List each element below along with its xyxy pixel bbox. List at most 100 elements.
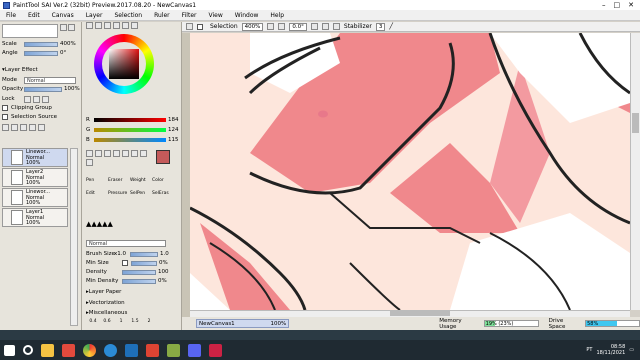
- nav-zoom-in-icon[interactable]: [60, 24, 67, 31]
- brush-size-multiplier[interactable]: x1.0: [114, 251, 130, 257]
- selection-source-checkbox[interactable]: [2, 114, 8, 120]
- lock-pixels-icon[interactable]: [33, 95, 40, 103]
- maximize-icon[interactable]: □: [614, 1, 621, 9]
- close-icon[interactable]: ✕: [628, 1, 634, 9]
- menu-window[interactable]: Window: [229, 10, 265, 21]
- rotate-left-icon[interactable]: [310, 23, 318, 30]
- rgb-tab-icon[interactable]: [95, 22, 102, 29]
- vectorization-section[interactable]: Vectorization: [89, 300, 125, 306]
- canvas-vertical-scrollbar[interactable]: [630, 33, 640, 310]
- menu-help[interactable]: Help: [264, 10, 290, 21]
- delete-layer-icon[interactable]: [38, 124, 45, 131]
- min-size-slider[interactable]: [131, 260, 157, 266]
- layer-paper-section[interactable]: Layer Paper: [89, 289, 122, 295]
- canvas-tab[interactable]: NewCanvas1 100%: [196, 319, 290, 328]
- discord-icon[interactable]: [188, 343, 201, 357]
- menu-layer[interactable]: Layer: [80, 10, 109, 21]
- current-color-swatch[interactable]: [156, 150, 170, 164]
- file-explorer-icon[interactable]: [41, 343, 54, 357]
- move-icon[interactable]: [113, 150, 120, 157]
- menu-ruler[interactable]: Ruler: [148, 10, 176, 21]
- red-slider[interactable]: [94, 118, 166, 122]
- tool-weight[interactable]: Weight: [130, 178, 152, 183]
- search-icon[interactable]: [23, 345, 33, 355]
- selection-checkbox[interactable]: [197, 23, 203, 30]
- brush-size-preset[interactable]: 1.5: [128, 319, 142, 324]
- blue-slider[interactable]: [94, 138, 166, 142]
- chrome-icon[interactable]: [83, 343, 96, 357]
- navigator-preview[interactable]: [2, 24, 58, 38]
- min-density-slider[interactable]: [122, 278, 156, 284]
- min-size-checkbox[interactable]: [122, 260, 128, 266]
- scratchpad-tab-icon[interactable]: [131, 22, 138, 29]
- angle-slider[interactable]: [24, 50, 58, 56]
- rotate-tool-icon[interactable]: [131, 150, 138, 157]
- brush-size-preset[interactable]: 0.4: [86, 319, 100, 324]
- edge-icon[interactable]: [104, 343, 117, 357]
- hand-tool-icon[interactable]: [140, 150, 147, 157]
- menu-view[interactable]: View: [202, 10, 228, 21]
- zoom-field[interactable]: 400%: [241, 22, 264, 31]
- palette-tab-icon[interactable]: [113, 22, 120, 29]
- color-wheel-tab-icon[interactable]: [86, 22, 93, 29]
- brush-size-preset[interactable]: 2: [142, 319, 156, 324]
- drawing-canvas[interactable]: [190, 33, 630, 310]
- menu-filter[interactable]: Filter: [176, 10, 203, 21]
- layer-item[interactable]: Linewor... Normal 100%: [2, 148, 68, 167]
- opacity-slider[interactable]: [24, 86, 62, 92]
- layer-list-scrollbar[interactable]: [70, 148, 78, 326]
- layer-item[interactable]: Layer2 Normal 100%: [2, 168, 68, 187]
- brush-shape-icon[interactable]: ▲▲▲▲▲: [86, 220, 113, 228]
- swatches-tab-icon[interactable]: [122, 22, 129, 29]
- angle-field[interactable]: 0.0°: [289, 22, 307, 31]
- layer-effect-label[interactable]: Layer Effect: [5, 67, 38, 73]
- tool-edit[interactable]: Edit: [86, 191, 108, 196]
- menu-edit[interactable]: Edit: [22, 10, 46, 21]
- brush-size-preset[interactable]: 0.6: [100, 319, 114, 324]
- lock-transparency-icon[interactable]: [24, 95, 31, 103]
- eyedropper-icon[interactable]: [86, 159, 93, 166]
- layer-item[interactable]: Layer1 Normal 100%: [2, 208, 68, 227]
- tool-eraser[interactable]: Eraser: [108, 178, 130, 183]
- menu-selection[interactable]: Selection: [108, 10, 148, 21]
- stabilizer-field[interactable]: 3: [375, 22, 386, 31]
- pen-tool-icon[interactable]: ╱: [389, 23, 393, 30]
- saturation-value-square[interactable]: [109, 49, 139, 79]
- nav-zoom-out-icon[interactable]: [68, 24, 75, 31]
- zoom-in-icon[interactable]: [278, 23, 286, 30]
- zoom-tool-icon[interactable]: [122, 150, 129, 157]
- tool-pen[interactable]: Pen: [86, 178, 108, 183]
- flip-icon[interactable]: [332, 23, 340, 30]
- clipping-checkbox[interactable]: [2, 105, 8, 111]
- tool-pressure[interactable]: Pressure: [108, 191, 130, 196]
- menu-canvas[interactable]: Canvas: [46, 10, 80, 21]
- density-slider[interactable]: [122, 269, 156, 275]
- menu-file[interactable]: File: [0, 10, 22, 21]
- tool-color[interactable]: Color: [152, 178, 174, 183]
- tool-seleras[interactable]: SelEras: [152, 191, 174, 196]
- brush-mode-select[interactable]: Normal: [86, 239, 166, 247]
- language-indicator[interactable]: PT: [586, 347, 592, 353]
- miscellaneous-section[interactable]: Miscellaneous: [89, 310, 128, 316]
- panel-splitter[interactable]: [182, 33, 190, 317]
- merge-down-icon[interactable]: [29, 124, 36, 131]
- app-icon[interactable]: [167, 343, 180, 357]
- app-icon[interactable]: [146, 343, 159, 357]
- clock-date[interactable]: 18/11/2021: [596, 350, 625, 356]
- tool-selpen[interactable]: SelPen: [130, 191, 152, 196]
- view-toggle-icon[interactable]: [186, 23, 193, 30]
- brush-size-preset[interactable]: 1: [114, 319, 128, 324]
- minimize-icon[interactable]: –: [602, 1, 606, 9]
- start-icon[interactable]: [4, 344, 15, 356]
- canvas-horizontal-scrollbar[interactable]: [190, 310, 630, 317]
- scale-slider[interactable]: [24, 41, 58, 47]
- zoom-out-icon[interactable]: [267, 23, 275, 30]
- notifications-icon[interactable]: ▭: [629, 347, 634, 353]
- brush-size-slider[interactable]: [130, 251, 158, 257]
- lasso-icon[interactable]: [95, 150, 102, 157]
- color-wheel[interactable]: [94, 34, 154, 94]
- hsv-tab-icon[interactable]: [104, 22, 111, 29]
- rotate-right-icon[interactable]: [321, 23, 329, 30]
- lock-move-icon[interactable]: [42, 95, 49, 103]
- store-icon[interactable]: [125, 343, 138, 357]
